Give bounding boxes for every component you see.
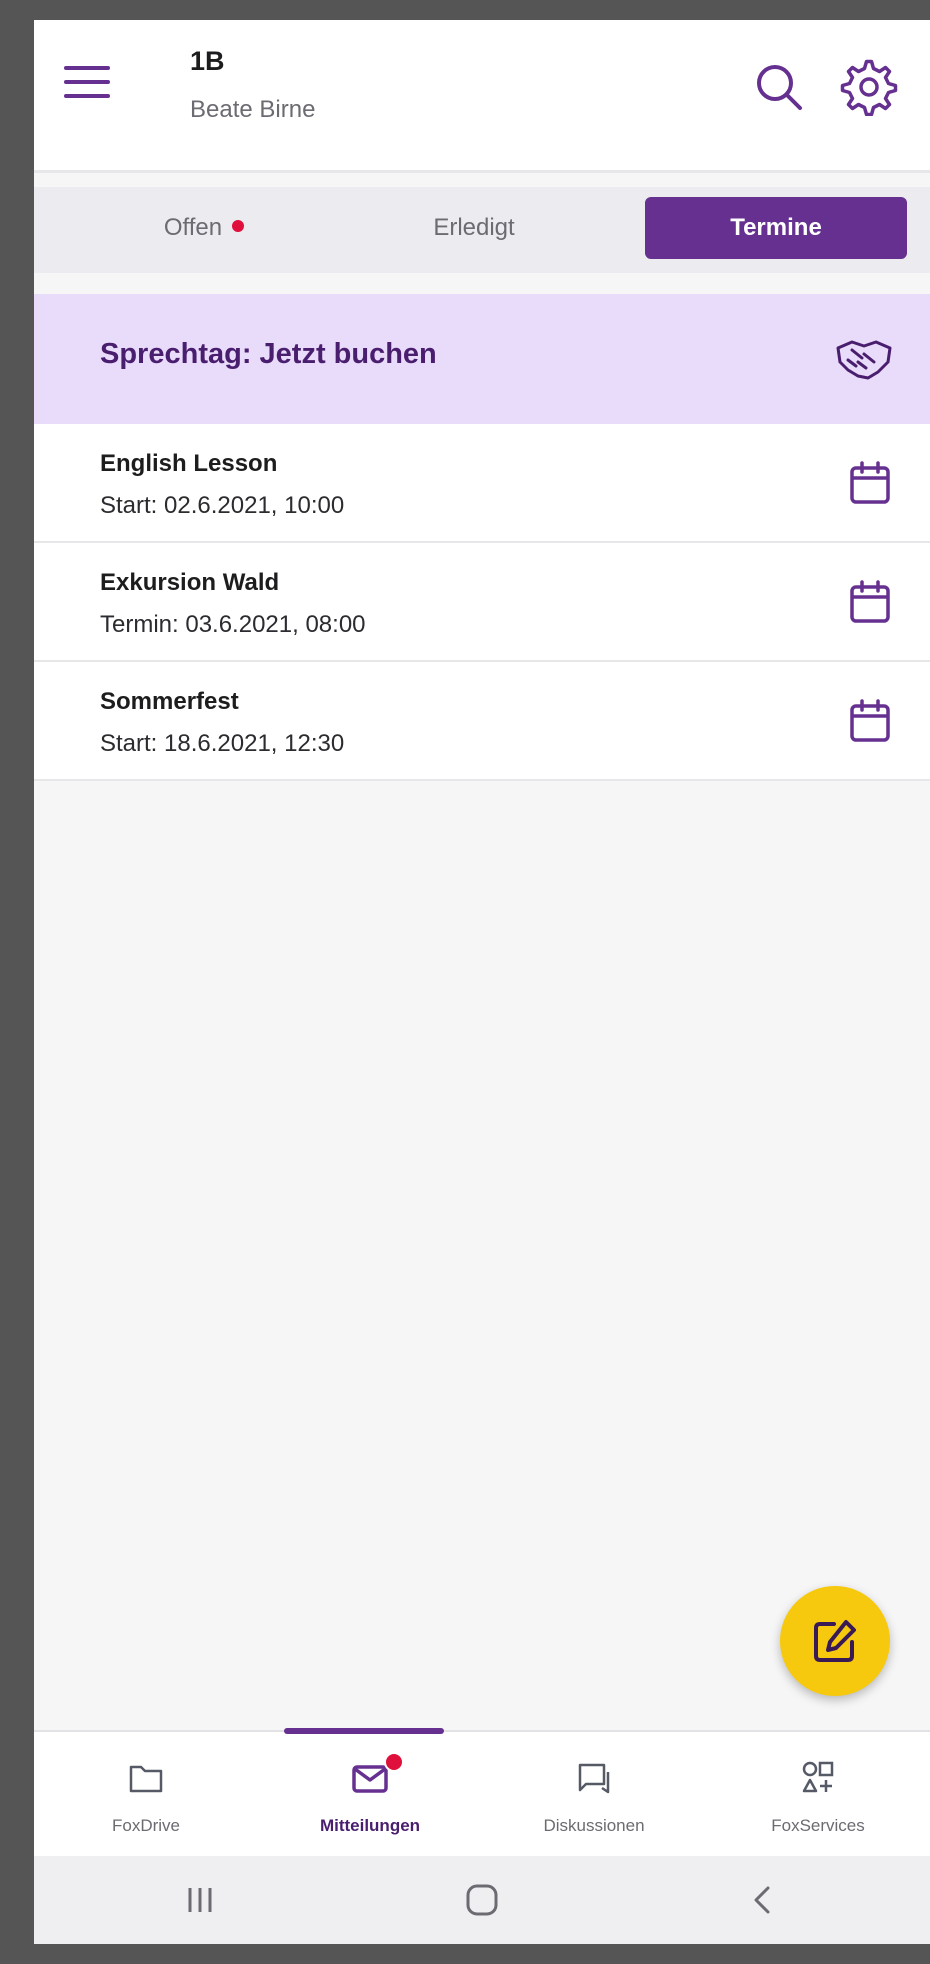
back-icon[interactable]: [734, 1876, 794, 1924]
nav-label: FoxServices: [771, 1816, 865, 1835]
event-date: Start: 02.6.2021, 10:00: [100, 492, 345, 519]
tab-offen-label: Offen: [163, 214, 223, 241]
calendar-icon: [850, 461, 890, 504]
tab-erledigt[interactable]: Erledigt: [364, 197, 584, 259]
event-title: Sommerfest: [100, 688, 239, 715]
tab-erledigt-label: Erledigt: [433, 214, 515, 241]
handshake-icon: [836, 340, 892, 380]
notification-badge: [384, 1752, 404, 1772]
page-title: 1B: [190, 46, 225, 76]
services-icon: [802, 1761, 834, 1793]
tab-termine-label: Termine: [730, 214, 822, 241]
nav-diskussionen[interactable]: Diskussionen: [482, 1732, 706, 1858]
list-item[interactable]: Exkursion Wald Termin: 03.6.2021, 08:00: [34, 543, 930, 662]
unread-dot: [232, 220, 245, 232]
tab-offen[interactable]: Offen: [94, 197, 314, 259]
calendar-icon: [850, 580, 890, 623]
event-title: English Lesson: [100, 450, 278, 477]
event-list: English Lesson Start: 02.6.2021, 10:00 E…: [34, 424, 930, 781]
event-date: Termin: 03.6.2021, 08:00: [100, 611, 366, 638]
event-date: Start: 18.6.2021, 12:30: [100, 730, 345, 757]
page-subtitle: Beate Birne: [190, 96, 316, 123]
system-navigation-bar: [34, 1856, 930, 1944]
segment-tabs: Offen Erledigt Termine: [34, 187, 930, 273]
folder-icon: [129, 1765, 163, 1793]
booking-banner[interactable]: Sprechtag: Jetzt buchen: [34, 294, 930, 424]
menu-icon[interactable]: [64, 62, 110, 102]
nav-label: Diskussionen: [543, 1816, 645, 1835]
bottom-navigation: FoxDrive Mitteilungen Diskussionen FoxSe…: [34, 1728, 930, 1858]
compose-button[interactable]: [780, 1586, 890, 1696]
list-item[interactable]: English Lesson Start: 02.6.2021, 10:00: [34, 424, 930, 543]
tab-termine[interactable]: Termine: [645, 197, 907, 259]
app-screen: 1B Beate Birne Offen Erledigt Termine Sp…: [34, 20, 930, 1944]
calendar-icon: [850, 699, 890, 742]
list-item[interactable]: Sommerfest Start: 18.6.2021, 12:30: [34, 662, 930, 781]
banner-text: Sprechtag: Jetzt buchen: [100, 338, 437, 370]
search-icon[interactable]: [752, 60, 806, 114]
nav-foxservices[interactable]: FoxServices: [706, 1732, 930, 1858]
nav-label: FoxDrive: [111, 1816, 180, 1835]
nav-mitteilungen[interactable]: Mitteilungen: [258, 1732, 482, 1858]
chat-icon: [578, 1763, 610, 1794]
event-title: Exkursion Wald: [100, 569, 280, 596]
edit-icon: [814, 1620, 856, 1662]
home-icon[interactable]: [452, 1876, 512, 1924]
nav-foxdrive[interactable]: FoxDrive: [34, 1732, 258, 1858]
recent-apps-icon[interactable]: [170, 1876, 230, 1924]
gear-icon[interactable]: [840, 58, 898, 116]
nav-label: Mitteilungen: [319, 1816, 421, 1835]
app-header: 1B Beate Birne: [34, 20, 930, 173]
